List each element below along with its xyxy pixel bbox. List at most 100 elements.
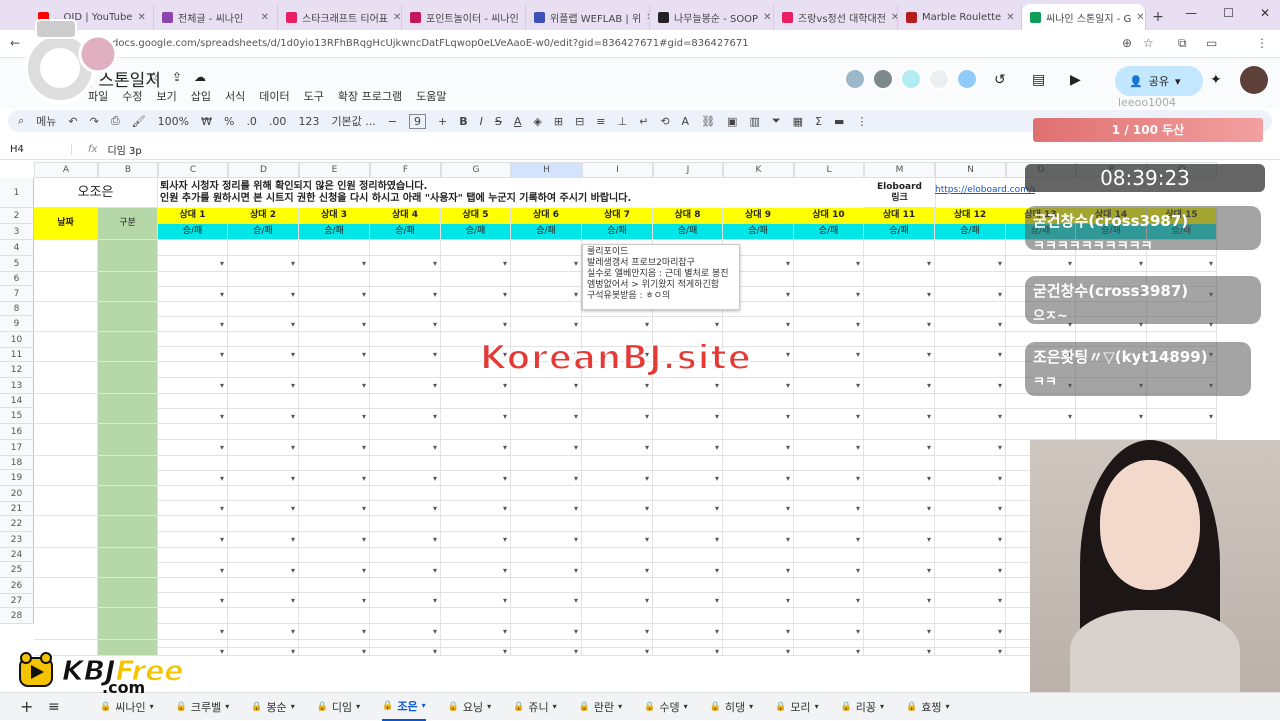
merge-icon[interactable]: ⊟ — [575, 115, 584, 128]
result-cell[interactable] — [794, 378, 864, 394]
match-cell[interactable] — [582, 640, 653, 648]
match-cell[interactable] — [582, 394, 653, 409]
tab-close-icon[interactable]: ✕ — [137, 12, 145, 23]
result-cell[interactable] — [228, 378, 299, 394]
match-cell[interactable] — [794, 516, 864, 532]
result-cell[interactable] — [582, 471, 653, 486]
match-cell[interactable] — [935, 456, 1006, 471]
result-cell[interactable] — [228, 317, 299, 332]
result-cell[interactable] — [511, 378, 582, 394]
percent-button[interactable]: % — [224, 115, 234, 128]
match-cell[interactable] — [582, 516, 653, 532]
match-cell[interactable] — [511, 608, 582, 624]
match-cell[interactable] — [441, 424, 511, 440]
result-cell[interactable] — [935, 347, 1006, 362]
tab-close-icon[interactable]: ✕ — [891, 12, 897, 23]
column-header[interactable]: F — [370, 162, 441, 178]
result-cell[interactable] — [158, 501, 228, 516]
url-field[interactable]: docs.google.com/spreadsheets/d/1d0yio13R… — [112, 38, 749, 49]
result-cell[interactable] — [864, 317, 935, 332]
result-cell[interactable] — [653, 378, 723, 394]
result-cell[interactable] — [935, 532, 1006, 548]
date-cell[interactable] — [34, 240, 98, 272]
sheet-tab[interactable]: 🔒 모리 ▾ — [775, 699, 818, 715]
result-cell[interactable] — [935, 256, 1006, 272]
match-cell[interactable] — [794, 424, 864, 440]
minimize-icon[interactable]: — — [1185, 6, 1197, 20]
match-cell[interactable] — [158, 516, 228, 532]
result-cell[interactable] — [511, 501, 582, 516]
sheet-tab[interactable]: 🔒 수뎅 ▾ — [644, 699, 687, 715]
row-header[interactable]: 8 — [0, 302, 34, 316]
gubun-cell[interactable] — [98, 516, 158, 548]
bookmark-icon[interactable]: ☆ — [1143, 36, 1154, 50]
result-cell[interactable] — [653, 317, 723, 332]
row-header[interactable]: 21 — [0, 502, 34, 516]
date-cell[interactable] — [34, 486, 98, 516]
match-cell[interactable] — [935, 302, 1006, 317]
result-cell[interactable] — [935, 501, 1006, 516]
row-header[interactable]: 13 — [0, 378, 34, 394]
result-cell[interactable] — [299, 563, 370, 578]
gubun-cell[interactable] — [98, 362, 158, 394]
currency-button[interactable]: ₩ — [201, 115, 212, 128]
valign-icon[interactable]: ⊥ — [618, 115, 628, 128]
match-cell[interactable] — [582, 578, 653, 593]
match-cell[interactable] — [653, 394, 723, 409]
result-cell[interactable] — [228, 624, 299, 640]
gubun-cell[interactable] — [98, 302, 158, 332]
result-cell[interactable] — [723, 317, 794, 332]
match-cell[interactable] — [228, 548, 299, 563]
text-color-icon[interactable]: A — [514, 115, 522, 128]
match-cell[interactable] — [158, 394, 228, 409]
match-cell[interactable] — [864, 362, 935, 378]
match-cell[interactable] — [511, 302, 582, 317]
share-button[interactable]: 👤 공유 ▾ — [1115, 66, 1203, 96]
result-cell[interactable] — [723, 532, 794, 548]
title-cell[interactable]: 오조은 — [34, 178, 158, 208]
match-cell[interactable] — [511, 240, 582, 256]
result-cell[interactable] — [935, 648, 1006, 656]
browser-tab[interactable]: 전체글 - 씨나인 ✕ — [154, 4, 278, 30]
column-header[interactable]: E — [299, 162, 370, 178]
result-cell[interactable] — [299, 624, 370, 640]
column-header[interactable]: J — [653, 162, 723, 178]
sheet-tab[interactable]: 🔒 씨나인 ▾ — [100, 699, 154, 715]
gubun-cell[interactable] — [98, 548, 158, 578]
match-cell[interactable] — [441, 302, 511, 317]
match-cell[interactable] — [299, 272, 370, 287]
result-cell[interactable] — [228, 532, 299, 548]
result-cell[interactable] — [370, 624, 441, 640]
result-cell[interactable] — [370, 317, 441, 332]
collaborator-avatar[interactable] — [900, 68, 922, 90]
row-header[interactable]: 11 — [0, 348, 34, 362]
result-cell[interactable] — [441, 501, 511, 516]
match-cell[interactable] — [158, 332, 228, 347]
result-cell[interactable] — [441, 593, 511, 608]
redo-icon[interactable]: ↷ — [90, 115, 99, 128]
match-cell[interactable] — [158, 272, 228, 287]
sheet-tab[interactable]: 🔒 히댕 ▾ — [710, 699, 753, 715]
result-cell[interactable] — [228, 563, 299, 578]
gubun-cell[interactable] — [98, 578, 158, 608]
match-cell[interactable] — [158, 486, 228, 501]
decimal-increase-icon[interactable]: .00 — [269, 115, 287, 128]
match-cell[interactable] — [228, 456, 299, 471]
match-cell[interactable] — [299, 608, 370, 624]
result-cell[interactable] — [582, 563, 653, 578]
history-icon[interactable]: ↺ — [994, 72, 1006, 88]
result-cell[interactable] — [582, 624, 653, 640]
result-cell[interactable] — [935, 440, 1006, 456]
match-cell[interactable] — [864, 302, 935, 317]
match-cell[interactable] — [370, 424, 441, 440]
result-cell[interactable] — [935, 563, 1006, 578]
match-cell[interactable] — [370, 240, 441, 256]
column-header[interactable]: N — [935, 162, 1006, 178]
result-cell[interactable] — [794, 563, 864, 578]
column-header[interactable]: K — [723, 162, 794, 178]
match-cell[interactable] — [723, 486, 794, 501]
row-header[interactable]: 19 — [0, 470, 34, 486]
result-cell[interactable] — [441, 287, 511, 302]
zoom-icon[interactable]: ⊕ — [1122, 36, 1132, 50]
row-header[interactable]: 14 — [0, 394, 34, 408]
